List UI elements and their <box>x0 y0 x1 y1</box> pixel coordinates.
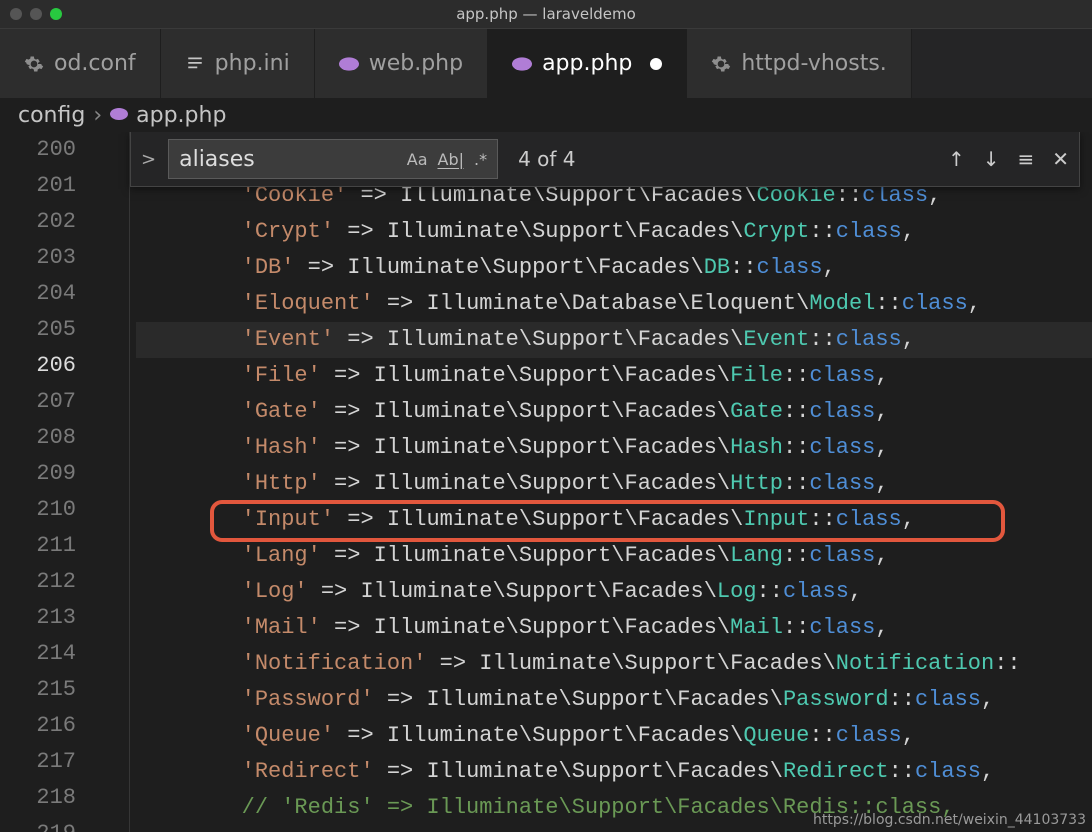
code-line[interactable]: 'File' => Illuminate\Support\Facades\Fil… <box>136 358 1092 394</box>
code-line[interactable]: 'Lang' => Illuminate\Support\Facades\Lan… <box>136 538 1092 574</box>
zoom-dot[interactable] <box>50 8 62 20</box>
find-regex-toggle[interactable]: .* <box>474 150 487 169</box>
code-line[interactable]: 'Queue' => Illuminate\Support\Facades\Qu… <box>136 718 1092 754</box>
line-number: 201 <box>0 168 76 204</box>
find-options: Aa Ab| .* <box>407 150 487 169</box>
line-number: 213 <box>0 600 76 636</box>
find-word-toggle[interactable]: Ab| <box>438 150 465 169</box>
code-editor[interactable]: 2002012022032042052062072082092102112122… <box>0 132 1092 832</box>
text-icon <box>185 54 205 74</box>
code-line[interactable]: 'Hash' => Illuminate\Support\Facades\Has… <box>136 430 1092 466</box>
code-line[interactable]: 'Event' => Illuminate\Support\Facades\Ev… <box>136 322 1092 358</box>
breadcrumb-folder[interactable]: config <box>18 103 85 128</box>
tab-od-conf[interactable]: od.conf <box>0 29 161 98</box>
line-number: 206 <box>0 348 76 384</box>
line-number: 211 <box>0 528 76 564</box>
line-number-gutter: 2002012022032042052062072082092102112122… <box>0 132 100 832</box>
tab-label: app.php <box>542 51 632 76</box>
line-number: 219 <box>0 816 76 832</box>
code-line[interactable]: 'Notification' => Illuminate\Support\Fac… <box>136 646 1092 682</box>
breadcrumb[interactable]: config › app.php <box>0 98 1092 132</box>
line-number: 204 <box>0 276 76 312</box>
line-number: 214 <box>0 636 76 672</box>
line-number: 205 <box>0 312 76 348</box>
code-line[interactable]: 'Eloquent' => Illuminate\Database\Eloque… <box>136 286 1092 322</box>
tab-web-php[interactable]: web.php <box>315 29 488 98</box>
gear-icon <box>711 54 731 74</box>
line-number: 217 <box>0 744 76 780</box>
breadcrumb-file[interactable]: app.php <box>136 103 226 128</box>
traffic-lights <box>10 8 62 20</box>
unsaved-indicator <box>650 58 662 70</box>
line-number: 202 <box>0 204 76 240</box>
php-icon <box>339 54 359 74</box>
find-next-button[interactable]: ↓ <box>983 147 1000 171</box>
php-icon <box>110 103 128 128</box>
tab-php-ini[interactable]: php.ini <box>161 29 315 98</box>
tab-app-php[interactable]: app.php <box>488 29 687 98</box>
find-prev-button[interactable]: ↑ <box>948 147 965 171</box>
tab-label: php.ini <box>215 51 290 76</box>
tabbar: od.conf php.ini web.php app.php httpd-vhosts… <box>0 28 1092 98</box>
find-widget: > Aa Ab| .* 4 of 4 ↑ ↓ ≡ ✕ <box>130 132 1080 187</box>
line-number: 216 <box>0 708 76 744</box>
find-close-button[interactable]: ✕ <box>1052 147 1069 171</box>
line-number: 210 <box>0 492 76 528</box>
php-icon <box>512 54 532 74</box>
code-body[interactable]: 'Cookie' => Illuminate\Support\Facades\C… <box>130 132 1092 832</box>
window-titlebar: app.php — laraveldemo <box>0 0 1092 28</box>
code-line[interactable]: 'Http' => Illuminate\Support\Facades\Htt… <box>136 466 1092 502</box>
min-dot[interactable] <box>30 8 42 20</box>
tab-label: web.php <box>369 51 463 76</box>
code-line[interactable]: 'Gate' => Illuminate\Support\Facades\Gat… <box>136 394 1092 430</box>
find-case-toggle[interactable]: Aa <box>407 150 428 169</box>
watermark-text: https://blog.csdn.net/weixin_44103733 <box>813 812 1086 828</box>
code-line[interactable]: 'Input' => Illuminate\Support\Facades\In… <box>136 502 1092 538</box>
find-status: 4 of 4 <box>518 147 575 171</box>
chevron-right-icon: › <box>93 103 102 128</box>
code-line[interactable]: 'Mail' => Illuminate\Support\Facades\Mai… <box>136 610 1092 646</box>
line-number: 203 <box>0 240 76 276</box>
find-input-box: Aa Ab| .* <box>168 139 498 179</box>
find-expand-toggle[interactable]: > <box>141 149 156 170</box>
line-number: 200 <box>0 132 76 168</box>
fold-rail <box>100 132 130 832</box>
code-line[interactable]: 'DB' => Illuminate\Support\Facades\DB::c… <box>136 250 1092 286</box>
code-line[interactable]: 'Password' => Illuminate\Support\Facades… <box>136 682 1092 718</box>
tab-httpd-vhosts-[interactable]: httpd-vhosts. <box>687 29 911 98</box>
line-number: 212 <box>0 564 76 600</box>
line-number: 215 <box>0 672 76 708</box>
line-number: 208 <box>0 420 76 456</box>
find-input[interactable] <box>179 147 349 172</box>
code-line[interactable]: 'Log' => Illuminate\Support\Facades\Log:… <box>136 574 1092 610</box>
close-dot[interactable] <box>10 8 22 20</box>
line-number: 207 <box>0 384 76 420</box>
code-line[interactable]: 'Crypt' => Illuminate\Support\Facades\Cr… <box>136 214 1092 250</box>
tab-label: httpd-vhosts. <box>741 51 886 76</box>
find-selection-toggle[interactable]: ≡ <box>1017 147 1034 171</box>
window-title: app.php — laraveldemo <box>456 5 636 23</box>
gear-icon <box>24 54 44 74</box>
code-line[interactable]: 'Redirect' => Illuminate\Support\Facades… <box>136 754 1092 790</box>
line-number: 218 <box>0 780 76 816</box>
tab-label: od.conf <box>54 51 136 76</box>
line-number: 209 <box>0 456 76 492</box>
find-nav: ↑ ↓ ≡ ✕ <box>948 147 1069 171</box>
